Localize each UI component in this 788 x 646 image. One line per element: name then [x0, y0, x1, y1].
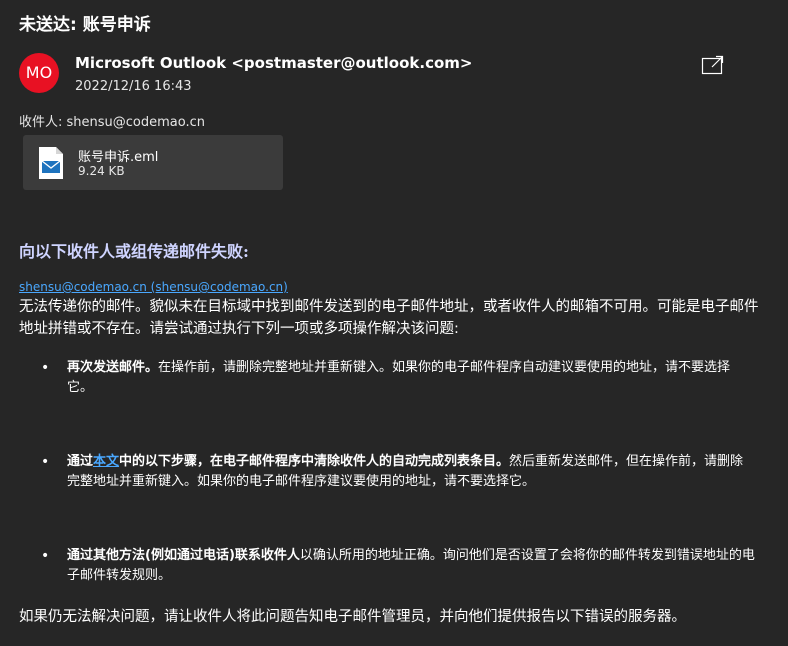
- list-item: • 再次发送邮件。在操作前，请删除完整地址并重新键入。如果你的电子邮件程序自动建…: [41, 358, 756, 398]
- list-item: • 通过本文中的以下步骤，在电子邮件程序中清除收件人的自动完成列表条目。然后重新…: [41, 452, 756, 492]
- list-item-bold: 通过其他方法(例如通过电话)联系收件人: [67, 548, 300, 563]
- sender-name: Microsoft Outlook <postmaster@outlook.co…: [75, 54, 473, 72]
- attachment-name: 账号申诉.eml: [78, 150, 159, 165]
- failure-explanation: 无法传递你的邮件。貌似未在目标域中找到邮件发送到的电子邮件地址，或者收件人的邮箱…: [19, 299, 759, 337]
- popout-icon[interactable]: [701, 54, 725, 76]
- list-item-text: 在操作前，请删除完整地址并重新键入。如果你的电子邮件程序自动建议要使用的地址，请…: [67, 360, 731, 395]
- bullet-dot: •: [41, 454, 50, 470]
- list-item-bold: 通过: [67, 454, 94, 469]
- recipients-line: 收件人: shensu@codemao.cn: [19, 115, 205, 130]
- message-subject: 未送达: 账号申诉: [19, 15, 151, 35]
- article-link[interactable]: 本文: [93, 454, 119, 469]
- delivery-failed-heading: 向以下收件人或组传递邮件失败:: [19, 242, 249, 261]
- message-date: 2022/12/16 16:43: [75, 79, 192, 94]
- list-item-bold: 再次发送邮件。: [67, 360, 159, 375]
- list-item: • 通过其他方法(例如通过电话)联系收件人以确认所用的地址正确。询问他们是否设置…: [41, 546, 756, 586]
- list-item-bold: 中的以下步骤，在电子邮件程序中清除收件人的自动完成列表条目。: [119, 454, 510, 469]
- attachment-size: 9.24 KB: [78, 164, 125, 178]
- bullet-dot: •: [41, 548, 50, 564]
- email-file-icon: [37, 146, 65, 180]
- bullet-dot: •: [41, 360, 50, 376]
- attachment-card[interactable]: 账号申诉.eml 9.24 KB: [23, 135, 283, 190]
- sender-avatar: MO: [19, 53, 59, 93]
- failed-recipient-link[interactable]: shensu@codemao.cn (shensu@codemao.cn): [19, 280, 288, 294]
- admin-advice: 如果仍无法解决问题，请让收件人将此问题告知电子邮件管理员，并向他们提供报告以下错…: [19, 609, 686, 625]
